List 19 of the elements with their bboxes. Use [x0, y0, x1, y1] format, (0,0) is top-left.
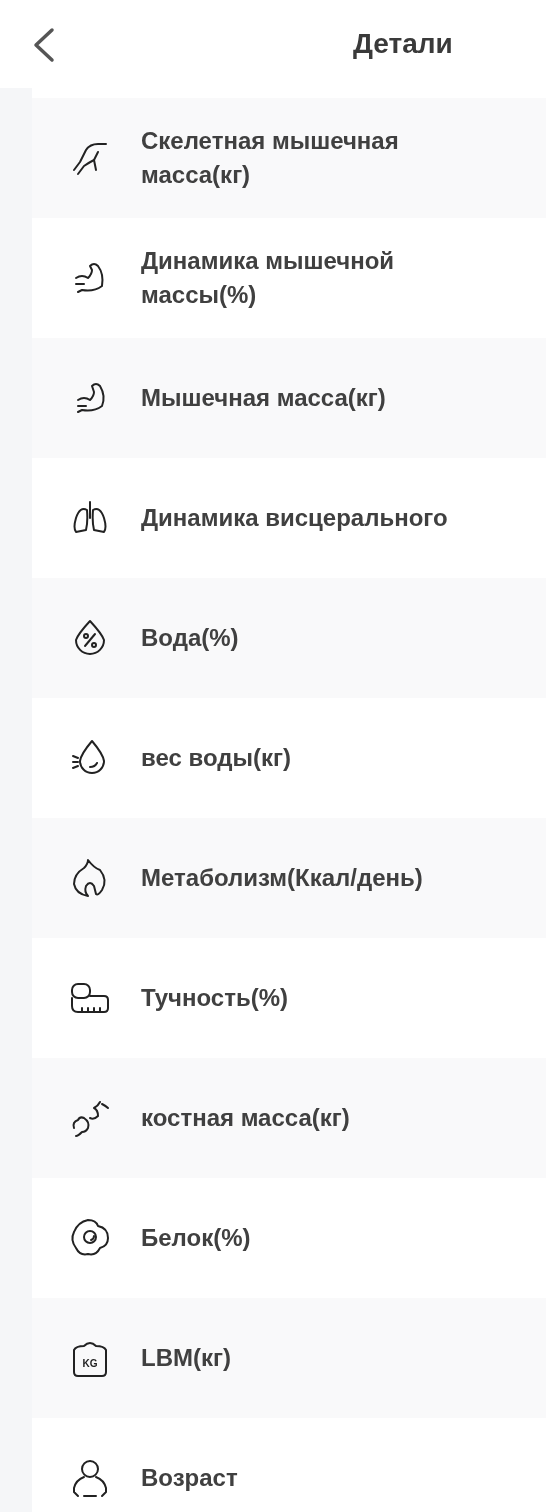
metric-row[interactable]: Метаболизм(Ккал/день): [32, 818, 546, 938]
metric-label: Белок(%): [141, 1223, 251, 1253]
metric-row[interactable]: Мышечная масса(кг): [32, 338, 546, 458]
metric-label: Тучность(%): [141, 983, 289, 1013]
metric-row[interactable]: костная масса(кг): [32, 1058, 546, 1178]
metric-label: Вода(%): [141, 623, 239, 653]
metric-label: вес воды(кг): [141, 743, 291, 773]
metric-label: LBM(кг): [141, 1343, 231, 1373]
metric-row[interactable]: Скелетная мышечная масса(кг): [32, 98, 546, 218]
metric-label: Мышечная масса(кг): [141, 383, 386, 413]
page-title: Детали: [353, 27, 453, 61]
metric-label: Метаболизм(Ккал/день): [141, 863, 423, 893]
metric-label: костная масса(кг): [141, 1103, 350, 1133]
metric-row[interactable]: Вода(%): [32, 578, 546, 698]
metric-label: Возраст: [141, 1463, 238, 1493]
metric-label: Динамика висцерального: [141, 503, 448, 533]
metric-row[interactable]: KG LBM(кг): [32, 1298, 546, 1418]
metric-label: Динамика мышечной массы(%): [141, 246, 396, 310]
metric-label: Скелетная мышечная масса(кг): [141, 126, 400, 190]
